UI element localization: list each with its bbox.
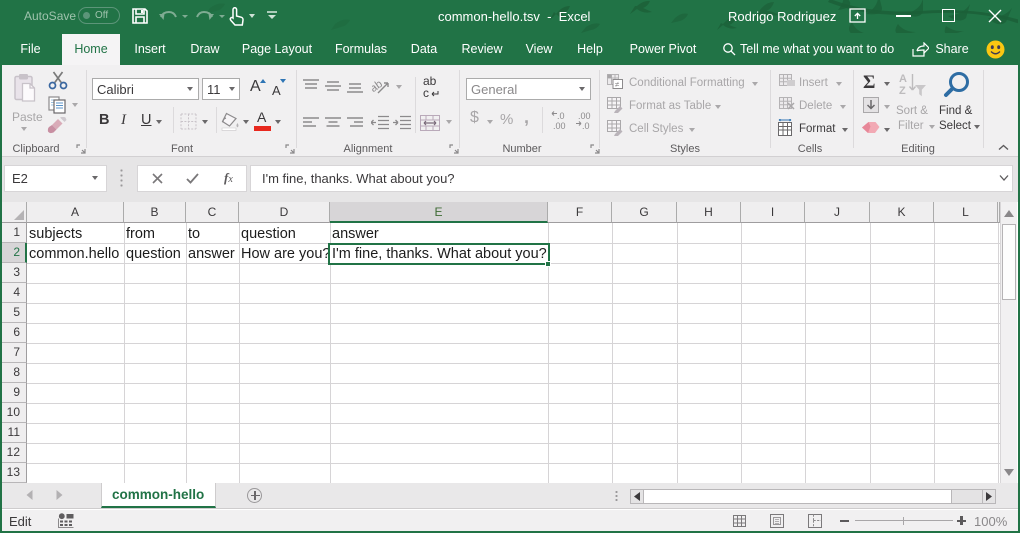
svg-text:.00: .00 [578,111,591,121]
svg-text:A: A [899,73,907,85]
svg-text:.0: .0 [557,111,565,121]
svg-text:≠: ≠ [615,80,620,89]
svg-text:c: c [423,86,429,99]
svg-text:.00: .00 [553,121,566,130]
svg-text:.0: .0 [582,121,590,130]
svg-text:Z: Z [899,85,906,97]
